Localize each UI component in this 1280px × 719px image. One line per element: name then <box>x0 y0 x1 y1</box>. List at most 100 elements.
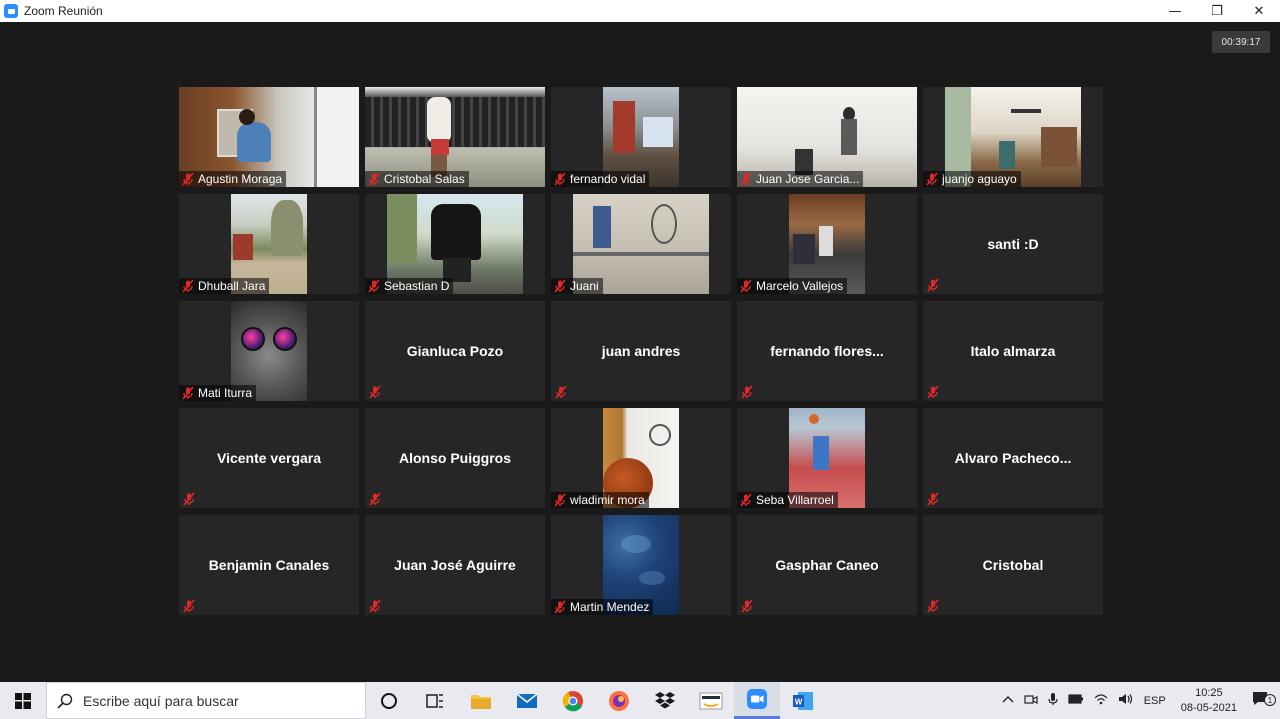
muted-mic-icon <box>368 172 380 186</box>
language-indicator[interactable]: ESP <box>1139 695 1171 707</box>
participant-tile[interactable]: Cristobal <box>923 515 1103 615</box>
muted-mic-icon <box>369 599 381 613</box>
participant-name: Martin Mendez <box>570 600 650 614</box>
battery-button[interactable] <box>1063 694 1089 707</box>
participant-tile[interactable]: fernando vidal <box>551 87 731 187</box>
muted-mic-icon <box>554 172 566 186</box>
minimize-button[interactable]: — <box>1154 0 1196 22</box>
participant-tile[interactable]: Juani <box>551 194 731 294</box>
participant-label: Dhuball Jara <box>179 278 270 294</box>
wifi-button[interactable] <box>1089 693 1113 708</box>
participant-tile[interactable]: Dhuball Jara <box>179 194 359 294</box>
participant-tile[interactable]: Mati Iturra <box>179 301 359 401</box>
participant-tile[interactable]: Marcelo Vallejos <box>737 194 917 294</box>
participant-tile[interactable]: juan andres <box>551 301 731 401</box>
muted-mic-icon <box>555 385 567 399</box>
word-icon: W <box>793 691 813 710</box>
muted-mic-icon <box>741 385 753 399</box>
gallery-grid: Agustin Moraga Cristobal Salas fernando … <box>179 87 1103 615</box>
search-placeholder: Escribe aquí para buscar <box>83 692 239 709</box>
participant-tile[interactable]: Gianluca Pozo <box>365 301 545 401</box>
participant-tile[interactable]: juanjo aguayo <box>923 87 1103 187</box>
microphone-icon <box>1048 693 1058 705</box>
participant-tile[interactable]: santi :D <box>923 194 1103 294</box>
zoom-app-icon <box>4 4 18 18</box>
participant-name: Marcelo Vallejos <box>756 279 844 293</box>
dropbox-button[interactable] <box>642 682 688 719</box>
muted-mic-icon <box>927 492 939 506</box>
muted-mic-icon <box>927 385 939 399</box>
window-title: Zoom Reunión <box>24 4 103 18</box>
participant-name: Alonso Puiggros <box>399 450 511 466</box>
participant-label: Marcelo Vallejos <box>737 278 848 294</box>
restore-button[interactable]: ❐ <box>1196 0 1238 22</box>
volume-button[interactable] <box>1113 693 1139 708</box>
participant-tile[interactable]: Italo almarza <box>923 301 1103 401</box>
task-view-button[interactable] <box>412 682 458 719</box>
participant-tile[interactable]: Martin Mendez <box>551 515 731 615</box>
zoom-icon <box>747 689 767 709</box>
participant-label: Juani <box>551 278 603 294</box>
taskbar-search-box[interactable]: Escribe aquí para buscar <box>46 682 366 719</box>
mail-button[interactable] <box>504 682 550 719</box>
participant-tile[interactable]: Juan Jose Garcia... <box>737 87 917 187</box>
chrome-icon <box>562 690 583 711</box>
cortana-button[interactable] <box>366 682 412 719</box>
window-titlebar: Zoom Reunión — ❐ ✕ <box>0 0 1280 22</box>
notification-count-badge: 1 <box>1264 694 1276 706</box>
participant-name: wladimir mora <box>570 493 645 507</box>
meet-now-button[interactable] <box>1019 693 1043 708</box>
word-button[interactable]: W <box>780 682 826 719</box>
muted-mic-icon <box>740 172 752 186</box>
muted-mic-icon <box>554 279 566 293</box>
participant-name: Alvaro Pacheco... <box>954 450 1072 466</box>
participant-name: fernando vidal <box>570 172 646 186</box>
clock-date: 08-05-2021 <box>1180 701 1237 714</box>
participant-tile[interactable]: Benjamin Canales <box>179 515 359 615</box>
participant-tile[interactable]: Sebastian D <box>365 194 545 294</box>
muted-mic-icon <box>182 386 194 400</box>
participant-label: Cristobal Salas <box>365 171 469 187</box>
close-button[interactable]: ✕ <box>1238 0 1280 22</box>
chrome-button[interactable] <box>550 682 596 719</box>
participant-tile[interactable]: Alvaro Pacheco... <box>923 408 1103 508</box>
participant-label: fernando vidal <box>551 171 650 187</box>
microphone-tray-button[interactable] <box>1043 692 1063 709</box>
participant-name: santi :D <box>987 236 1039 252</box>
participant-tile[interactable]: wladimir mora <box>551 408 731 508</box>
participant-tile[interactable]: Vicente vergara <box>179 408 359 508</box>
muted-mic-icon <box>183 599 195 613</box>
participant-tile[interactable]: Cristobal Salas <box>365 87 545 187</box>
participant-name: fernando flores... <box>770 343 884 359</box>
taskbar-clock[interactable]: 10:25 08-05-2021 <box>1171 686 1247 716</box>
firefox-button[interactable] <box>596 682 642 719</box>
meeting-area: 00:39:17 Agustin Moraga Cristobal Salas <box>0 22 1280 682</box>
file-explorer-button[interactable] <box>458 682 504 719</box>
participant-tile[interactable]: fernando flores... <box>737 301 917 401</box>
amazon-button[interactable] <box>688 682 734 719</box>
participant-tile[interactable]: Seba Villarroel <box>737 408 917 508</box>
muted-mic-icon <box>182 172 194 186</box>
participant-name: Juani <box>570 279 599 293</box>
participant-name: Cristobal <box>982 557 1044 573</box>
show-hidden-icons-button[interactable] <box>997 694 1019 707</box>
muted-mic-icon <box>927 599 939 613</box>
participant-label: Seba Villarroel <box>737 492 838 508</box>
cortana-circle-icon <box>381 692 397 709</box>
windows-taskbar: Escribe aquí para buscar W ESP 10:25 08-… <box>0 682 1280 719</box>
participant-tile[interactable]: Gasphar Caneo <box>737 515 917 615</box>
participant-name: juan andres <box>601 343 681 359</box>
participant-name: Cristobal Salas <box>384 172 465 186</box>
muted-mic-icon <box>740 493 752 507</box>
muted-mic-icon <box>369 492 381 506</box>
start-button[interactable] <box>0 682 46 719</box>
participant-tile[interactable]: Alonso Puiggros <box>365 408 545 508</box>
zoom-button[interactable] <box>734 682 780 719</box>
camera-icon <box>1024 695 1038 704</box>
participant-tile[interactable]: Agustin Moraga <box>179 87 359 187</box>
participant-tile[interactable]: Juan José Aguirre <box>365 515 545 615</box>
speaker-icon <box>1118 694 1132 704</box>
muted-mic-icon <box>554 600 566 614</box>
action-center-button[interactable]: 1 <box>1247 691 1280 710</box>
participant-name: Seba Villarroel <box>756 493 834 507</box>
